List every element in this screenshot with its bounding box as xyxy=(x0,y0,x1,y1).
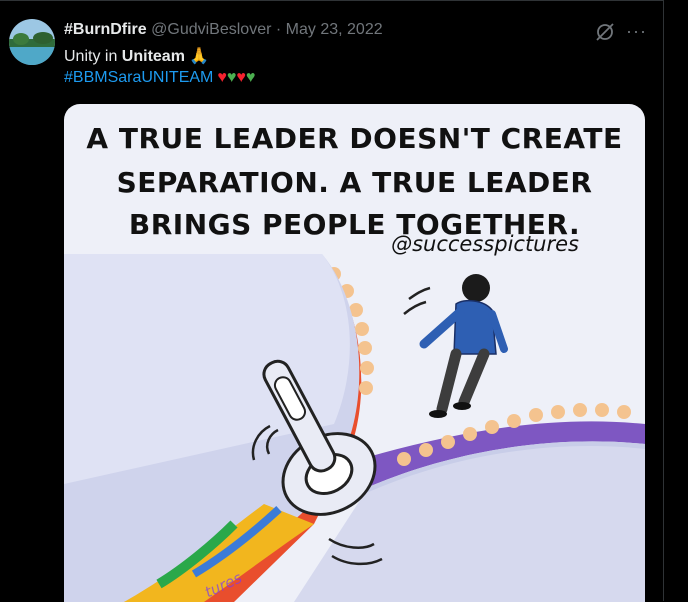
more-icon[interactable]: ··· xyxy=(626,21,647,42)
quote-line-1: A TRUE LEADER DOESN'T CREATE xyxy=(86,122,623,155)
hearts-emoji: ♥♥♥♥ xyxy=(217,69,256,86)
tweet-text-bold: Uniteam xyxy=(121,48,185,65)
tweet-date[interactable]: May 23, 2022 xyxy=(286,21,383,38)
user-handle[interactable]: @GudviBeslover xyxy=(151,21,271,38)
image-credit: @successpictures xyxy=(391,232,579,256)
tweet-hashtag-line: #BBMSaraUNITEAM ♥♥♥♥ xyxy=(64,69,255,87)
pray-emoji: 🙏 xyxy=(189,48,210,65)
quote-line-2: SEPARATION. A TRUE LEADER xyxy=(116,166,593,199)
tweet-article[interactable]: #BurnDfire @GudviBeslover · May 23, 2022… xyxy=(0,0,664,602)
avatar-image xyxy=(9,19,55,65)
tweet-header: #BurnDfire @GudviBeslover · May 23, 2022 xyxy=(64,21,383,39)
tweet-text-plain: Unity in xyxy=(64,48,122,65)
tweet-media-image[interactable]: A TRUE LEADER DOESN'T CREATE SEPARATION.… xyxy=(64,104,645,602)
tweet-text: Unity in Uniteam 🙏 xyxy=(64,46,209,66)
grok-icon[interactable] xyxy=(594,21,616,43)
separator: · xyxy=(275,21,282,38)
hashtag-link[interactable]: #BBMSaraUNITEAM xyxy=(64,69,213,86)
avatar[interactable] xyxy=(9,19,55,65)
display-name[interactable]: #BurnDfire xyxy=(64,21,147,38)
